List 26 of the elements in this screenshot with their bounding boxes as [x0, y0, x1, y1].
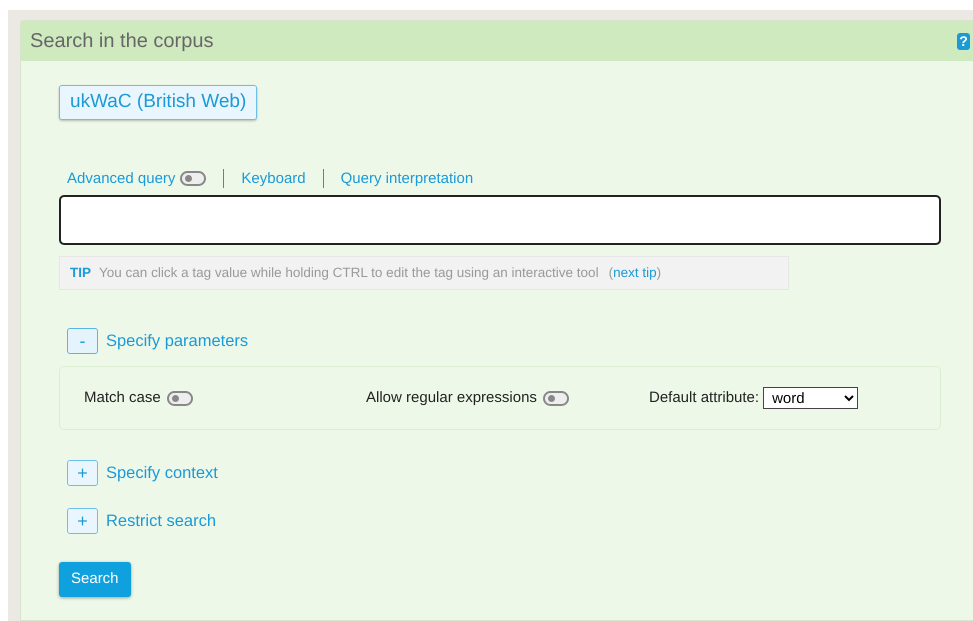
- query-link[interactable]: Keyboard: [241, 168, 306, 190]
- expand-toggle[interactable]: -: [67, 328, 98, 354]
- tip-text: You can click a tag value while holding CTRL to edit the tag using an interactive tool: [99, 265, 599, 280]
- parameter-label: Allow regular expressions: [366, 388, 537, 408]
- help-icon[interactable]: ?: [957, 32, 970, 50]
- section-link[interactable]: Specify context: [106, 460, 218, 486]
- query-link[interactable]: Advanced query: [67, 168, 176, 190]
- next-tip-link[interactable]: next tip: [613, 265, 657, 280]
- query-link[interactable]: Query interpretation: [340, 168, 474, 190]
- parameter-label: Default attribute:: [649, 388, 760, 408]
- tip-label: TIP: [70, 265, 92, 280]
- toggle-switch[interactable]: [542, 390, 569, 406]
- expand-toggle[interactable]: +: [67, 508, 98, 534]
- toggle-switch[interactable]: [166, 390, 193, 406]
- corpus-button[interactable]: ukWaC (British Web): [59, 85, 258, 120]
- parameter-label: Match case: [84, 388, 161, 408]
- paren-text: ): [656, 265, 662, 280]
- query-input[interactable]: [59, 195, 941, 245]
- attribute-select[interactable]: word: [763, 387, 858, 410]
- paren-text: (: [608, 265, 614, 280]
- section-link[interactable]: Specify parameters: [106, 328, 248, 354]
- expand-toggle[interactable]: +: [67, 460, 98, 486]
- panel-title: Search in the corpus: [30, 29, 214, 54]
- toggle-switch[interactable]: [180, 171, 206, 186]
- section-link[interactable]: Restrict search: [106, 508, 216, 534]
- search-button[interactable]: Search: [59, 562, 131, 597]
